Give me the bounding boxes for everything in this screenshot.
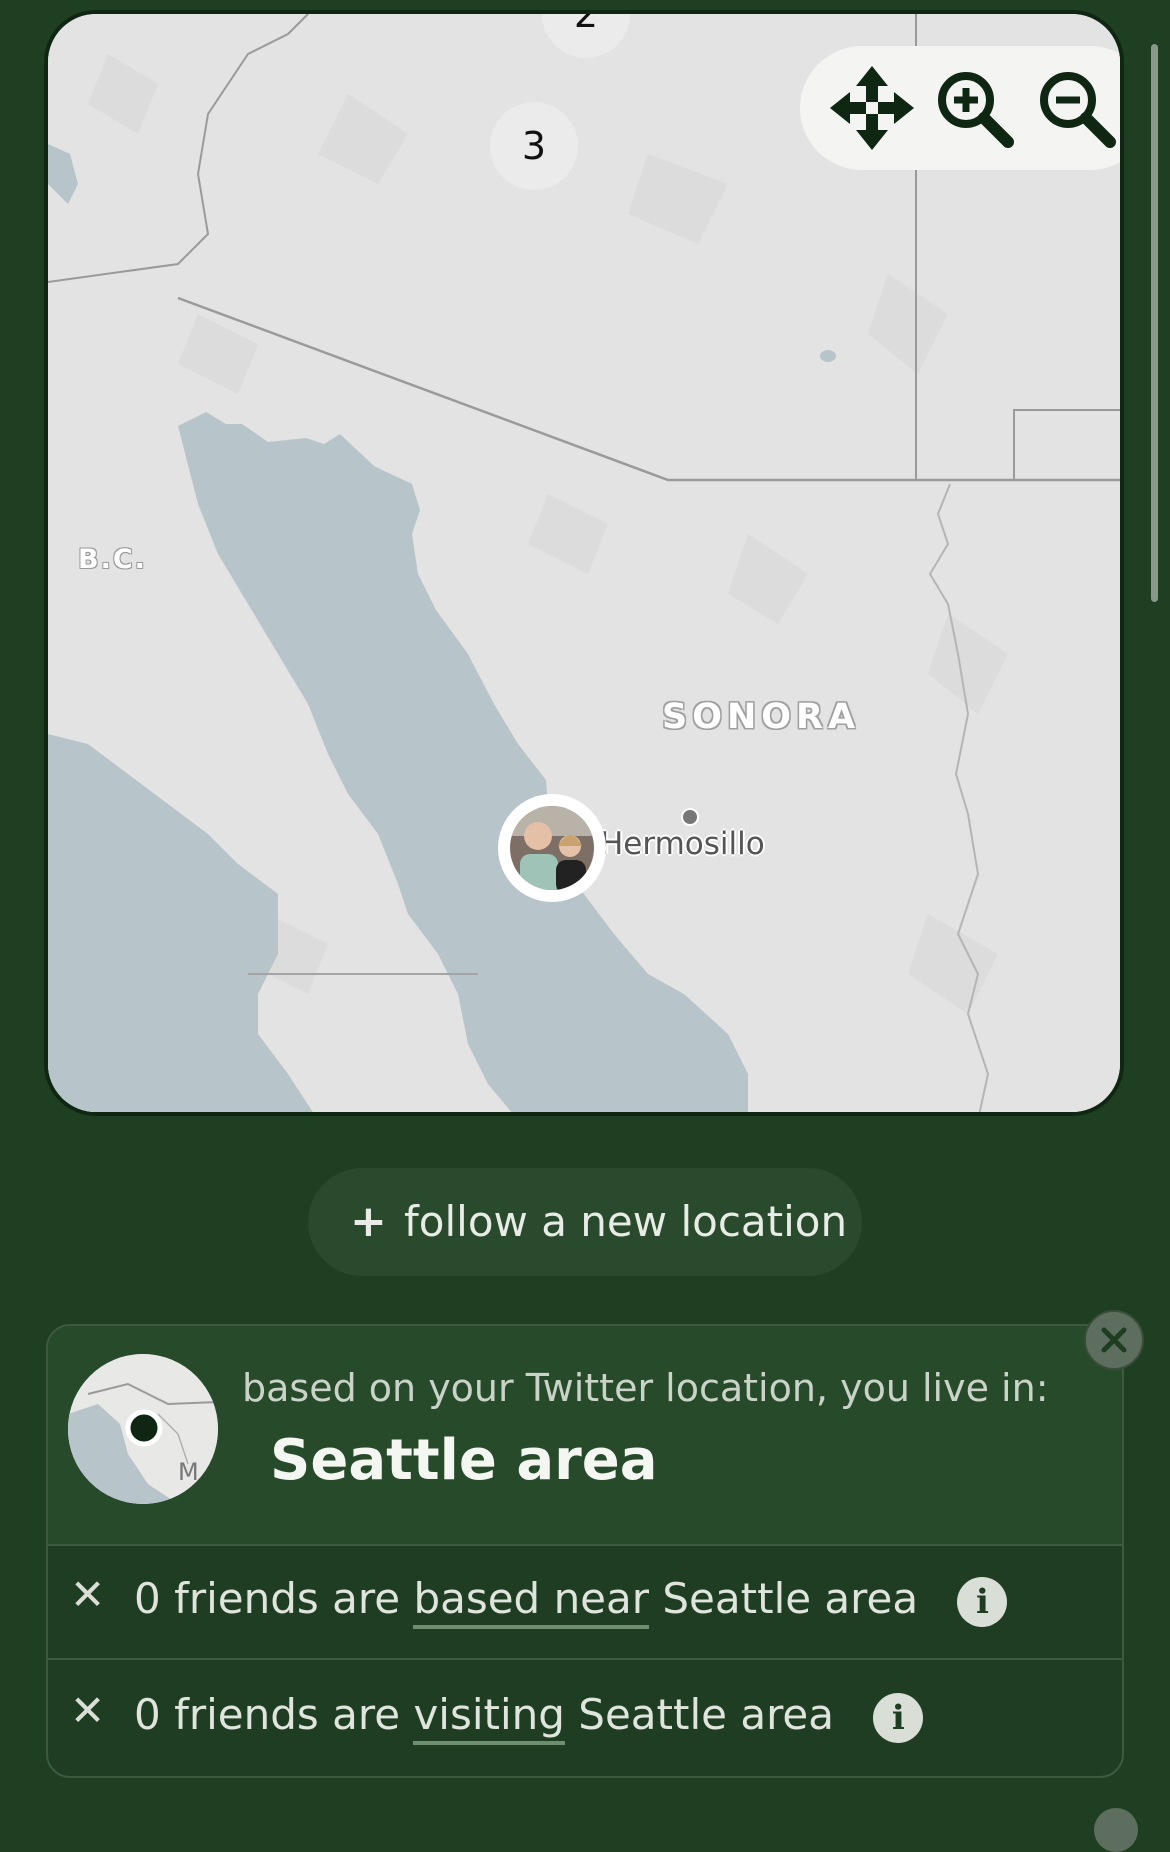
close-icon	[1101, 1327, 1127, 1353]
plus-icon: +	[350, 1196, 387, 1247]
dismiss-card-button[interactable]	[1084, 1310, 1144, 1370]
friends-based-near-row: ✕ 0 friends are based near Seattle area …	[48, 1544, 1122, 1660]
zoom-out-icon[interactable]	[1028, 60, 1120, 156]
home-location-card: M based on your Twitter location, you li…	[46, 1324, 1124, 1778]
move-arrows-icon[interactable]	[824, 60, 920, 156]
avatar	[510, 806, 594, 890]
map-controls	[800, 46, 1120, 170]
map-cluster[interactable]: 3	[490, 102, 578, 190]
friends-visiting-text: 0 friends are visiting Seattle area i	[134, 1690, 924, 1745]
location-caption: based on your Twitter location, you live…	[242, 1366, 1049, 1410]
close-icon[interactable]: ✕	[70, 1570, 105, 1619]
map-region-label: B.C.	[78, 544, 147, 575]
close-icon[interactable]: ✕	[70, 1686, 105, 1735]
mini-map-label: M	[178, 1458, 199, 1486]
city-marker	[681, 808, 699, 826]
info-icon[interactable]: i	[957, 1576, 1008, 1627]
scrollbar-thumb[interactable]	[1151, 44, 1158, 602]
map-city-label: Hermosillo	[600, 826, 765, 862]
map-canvas	[48, 14, 1120, 1112]
based-near-link[interactable]: based near	[413, 1574, 650, 1629]
visiting-link[interactable]: visiting	[413, 1690, 565, 1745]
map-region-label: SONORA	[662, 697, 861, 737]
home-city-name: Seattle area	[270, 1428, 658, 1493]
friend-avatar-marker[interactable]	[498, 794, 606, 902]
map-view[interactable]: 2 3 B.C. SONORA Hermosillo	[44, 10, 1124, 1116]
zoom-in-icon[interactable]	[926, 60, 1022, 156]
mini-map[interactable]: M	[68, 1354, 218, 1504]
next-card-button-edge[interactable]	[1094, 1808, 1138, 1852]
follow-location-label: follow a new location	[404, 1197, 848, 1246]
card-header: M based on your Twitter location, you li…	[48, 1326, 1122, 1546]
follow-location-button[interactable]: + follow a new location	[308, 1168, 862, 1276]
friends-based-near-text: 0 friends are based near Seattle area i	[134, 1574, 1008, 1629]
friends-visiting-row: ✕ 0 friends are visiting Seattle area i	[48, 1660, 1122, 1774]
info-icon[interactable]: i	[873, 1692, 924, 1743]
